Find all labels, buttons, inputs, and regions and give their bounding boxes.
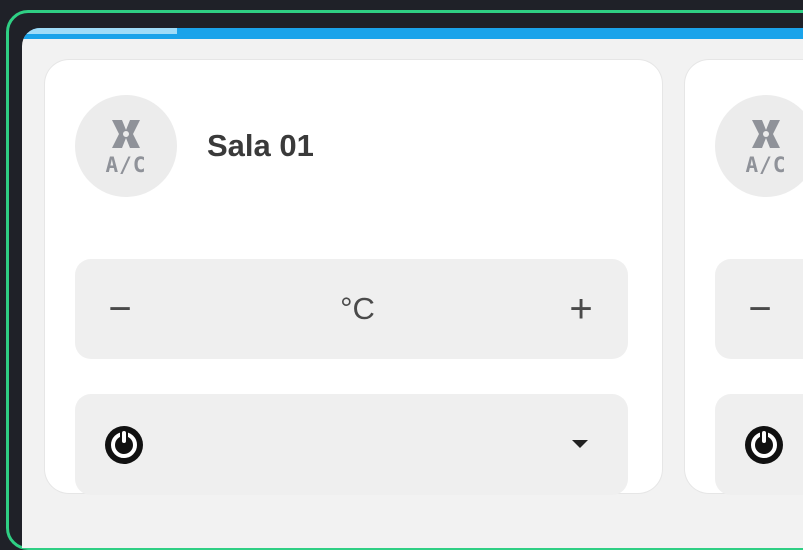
power-mode-icon bbox=[745, 426, 783, 464]
fan-icon bbox=[112, 119, 140, 148]
increase-temperature-button[interactable]: + bbox=[546, 259, 616, 359]
card-header: A/C bbox=[715, 94, 803, 198]
accent-highlight bbox=[22, 28, 177, 34]
fan-ac-icon[interactable]: A/C bbox=[75, 95, 177, 197]
ac-icon-label: A/C bbox=[745, 152, 787, 177]
temperature-control: − bbox=[715, 259, 803, 359]
ac-card: A/C − bbox=[685, 60, 803, 495]
temperature-value bbox=[715, 259, 803, 359]
temperature-control: − °C + bbox=[75, 259, 628, 359]
dashboard-panel: A/C Sala 01 − °C + A/C − bbox=[22, 28, 803, 548]
power-mode-icon bbox=[105, 426, 143, 464]
ac-card: A/C Sala 01 − °C + bbox=[45, 60, 662, 495]
ac-icon-label: A/C bbox=[105, 152, 147, 177]
mode-select[interactable] bbox=[715, 394, 803, 495]
mode-select[interactable] bbox=[75, 394, 628, 495]
header-accent-bar bbox=[22, 28, 803, 39]
card-header: A/C Sala 01 bbox=[75, 94, 314, 198]
fan-icon bbox=[752, 119, 780, 148]
chevron-down-icon bbox=[572, 440, 588, 448]
room-name: Sala 01 bbox=[207, 128, 314, 163]
fan-ac-icon[interactable]: A/C bbox=[715, 95, 803, 197]
